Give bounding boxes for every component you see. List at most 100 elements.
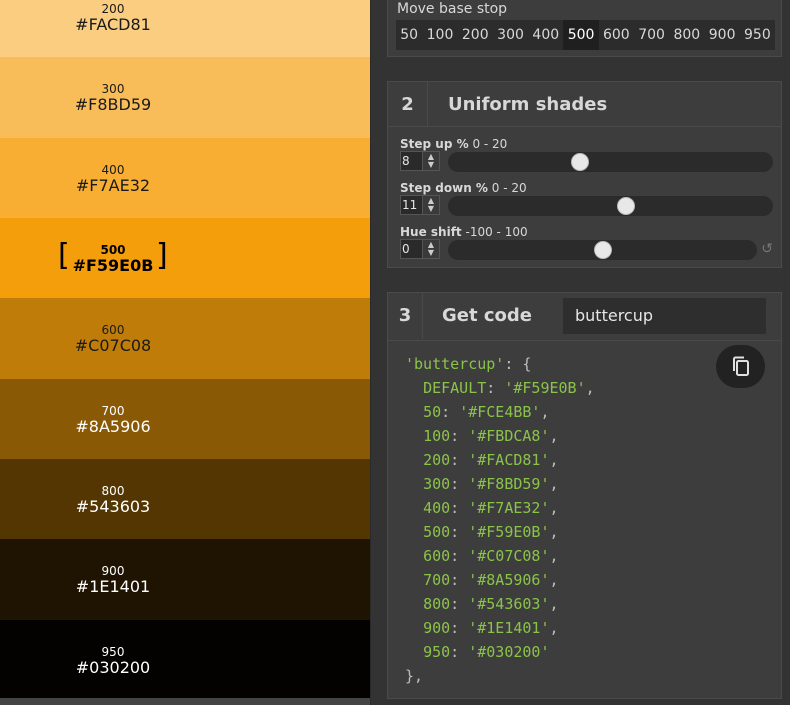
reset-icon[interactable]: ↺: [761, 241, 773, 257]
swatch-hex-label: #543603: [75, 496, 151, 516]
swatch-800[interactable]: 800 #543603: [0, 458, 370, 541]
step-up-label: Step up % 0 - 20: [400, 137, 507, 151]
step-up-range: 0 - 20: [472, 137, 508, 151]
copy-button[interactable]: [716, 345, 765, 388]
step-down-slider[interactable]: [448, 196, 773, 216]
base-stop-700[interactable]: 700: [634, 20, 669, 50]
step-down-value: 11: [402, 198, 418, 212]
code-key: DEFAULT: [423, 379, 487, 397]
code-value: '#FBDCA8': [468, 427, 550, 445]
code-key: 100: [423, 427, 451, 445]
get-code-header: 3 Get code buttercup: [388, 293, 781, 339]
code-name-string: 'buttercup': [405, 355, 505, 373]
hue-shift-slider-thumb[interactable]: [593, 241, 612, 259]
code-value: '#8A5906': [468, 571, 550, 589]
spinner-icon[interactable]: ▲ ▼: [422, 152, 439, 170]
swatch-600[interactable]: 600 #C07C08: [0, 298, 370, 380]
swatch-hex-label: #F7AE32: [75, 175, 151, 195]
code-key: 800: [423, 595, 451, 613]
swatch-hex-label: #8A5906: [75, 416, 151, 436]
swatch-700[interactable]: 700 #8A5906: [0, 378, 370, 460]
base-stop-300[interactable]: 300: [493, 20, 528, 50]
code-value: '#1E1401': [468, 619, 550, 637]
base-stop-400[interactable]: 400: [528, 20, 563, 50]
uniform-shades-header: 2 Uniform shades: [388, 82, 781, 127]
swatch-400[interactable]: 400 #F7AE32: [0, 137, 370, 219]
base-stop-800[interactable]: 800: [669, 20, 704, 50]
swatch-950[interactable]: 950 #030200: [0, 619, 370, 701]
swatch-hex-label: #F59E0B: [72, 255, 154, 275]
base-stop-600[interactable]: 600: [599, 20, 634, 50]
hue-shift-label-text: Hue shift: [400, 225, 462, 239]
step-down-slider-thumb[interactable]: [616, 197, 635, 215]
swatch-stop-label: 700: [101, 403, 125, 418]
hue-shift-row: Hue shift -100 - 100 0 ▲ ▼ ↺: [400, 225, 773, 265]
step-down-label: Step down % 0 - 20: [400, 181, 527, 195]
swatch-hex-label: #FACD81: [75, 15, 151, 34]
swatch-stop-label: 400: [101, 162, 125, 177]
swatch-200[interactable]: 200 #FACD81: [0, 0, 370, 59]
code-value: '#C07C08': [468, 547, 550, 565]
swatch-stop-label: 300: [101, 82, 125, 97]
swatch-900[interactable]: 900 #1E1401: [0, 539, 370, 621]
base-stop-500[interactable]: 500: [563, 20, 599, 50]
code-key: 900: [423, 619, 451, 637]
code-value: '#543603': [468, 595, 550, 613]
base-stop-50[interactable]: 50: [396, 20, 422, 50]
step-up-slider[interactable]: [448, 152, 773, 172]
palette-name-input[interactable]: buttercup: [563, 298, 766, 334]
swatch-hex-label: #F8BD59: [74, 95, 152, 115]
code-value: '#FCE4BB': [459, 403, 541, 421]
base-stop-950[interactable]: 950: [740, 20, 775, 50]
step-up-slider-thumb[interactable]: [570, 153, 589, 171]
copy-icon: [732, 356, 749, 376]
base-stop-100[interactable]: 100: [422, 20, 457, 50]
section-number: 2: [388, 82, 428, 127]
swatch-list: 200 #FACD81 300 #F8BD59 400 #F7AE32 500 #F59E0B…: [0, 0, 370, 701]
step-up-label-text: Step up %: [400, 137, 469, 151]
get-code-panel: 3 Get code buttercup 'buttercup': { DEFA…: [387, 292, 782, 699]
uniform-shades-panel: 2 Uniform shades Step up % 0 - 20 8 ▲ ▼ St…: [387, 81, 782, 268]
spinner-icon[interactable]: ▲ ▼: [422, 196, 439, 214]
swatch-hex-label: #030200: [75, 657, 151, 677]
code-text: 'buttercup': { DEFAULT: '#F59E0B', 50: '…: [405, 355, 595, 685]
step-down-input[interactable]: 11 ▲ ▼: [400, 195, 440, 215]
step-up-row: Step up % 0 - 20 8 ▲ ▼: [400, 137, 773, 177]
swatch-stop-label: 950: [101, 644, 125, 659]
step-up-input[interactable]: 8 ▲ ▼: [400, 151, 440, 171]
code-value: '#FACD81': [468, 451, 550, 469]
code-value: '#F7AE32': [468, 499, 550, 517]
hue-shift-range: -100 - 100: [465, 225, 528, 239]
code-value: '#030200': [468, 643, 550, 661]
code-key: 600: [423, 547, 451, 565]
swatch-stop-label: 500: [100, 242, 126, 257]
swatch-list-footer: [0, 698, 370, 705]
spinner-icon[interactable]: ▲ ▼: [422, 240, 439, 258]
code-block: 'buttercup': { DEFAULT: '#F59E0B', 50: '…: [388, 340, 781, 698]
swatch-300[interactable]: 300 #F8BD59: [0, 57, 370, 139]
swatch-stop-label: 800: [101, 483, 125, 498]
base-stop-panel: Move base stop 50 100 200 300 400 500 600 700 80…: [387, 0, 782, 57]
code-key: 500: [423, 523, 451, 541]
step-down-row: Step down % 0 - 20 11 ▲ ▼: [400, 181, 773, 221]
hue-shift-label: Hue shift -100 - 100: [400, 225, 528, 239]
step-up-value: 8: [402, 154, 410, 168]
code-key: 300: [423, 475, 451, 493]
selected-bracket-left: [: [58, 237, 70, 273]
step-down-range: 0 - 20: [491, 181, 527, 195]
base-stop-900[interactable]: 900: [704, 20, 739, 50]
swatch-stop-label: 200: [101, 2, 125, 16]
section-number: 3: [388, 293, 423, 339]
selected-bracket-right: ]: [156, 237, 168, 273]
base-stop-200[interactable]: 200: [458, 20, 493, 50]
swatch-hex-label: #1E1401: [75, 577, 151, 597]
hue-shift-input[interactable]: 0 ▲ ▼: [400, 239, 440, 259]
code-key: 400: [423, 499, 451, 517]
panel-divider: [370, 0, 388, 705]
swatch-stop-label: 900: [101, 564, 125, 579]
hue-shift-value: 0: [402, 242, 410, 256]
get-code-title: Get code: [442, 305, 532, 326]
code-value: '#F8BD59': [468, 475, 550, 493]
code-value: '#F59E0B': [468, 523, 550, 541]
swatch-500[interactable]: 500 #F59E0B[]: [0, 217, 370, 300]
